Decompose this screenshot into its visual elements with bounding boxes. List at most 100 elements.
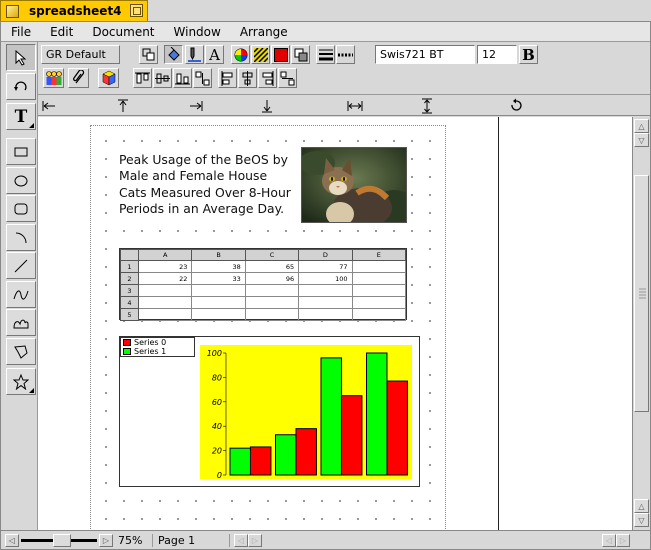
- cell[interactable]: [137, 308, 193, 321]
- line-tool[interactable]: [6, 252, 36, 279]
- cell[interactable]: 77: [298, 260, 353, 273]
- scroll-left-button[interactable]: ◁: [234, 533, 248, 547]
- menu-edit[interactable]: Edit: [40, 25, 82, 39]
- align-horizontal-centers-button[interactable]: [238, 68, 257, 88]
- group-tool-button[interactable]: [139, 45, 158, 64]
- rotate-icon[interactable]: [508, 98, 524, 114]
- scroll-right-button-2[interactable]: ▷: [616, 533, 630, 547]
- cell[interactable]: 65: [244, 260, 300, 273]
- cell[interactable]: [351, 296, 407, 309]
- cell[interactable]: [244, 296, 300, 309]
- cell[interactable]: 22: [137, 272, 193, 285]
- headline-text-frame[interactable]: Peak Usage of the BeOS by Male and Femal…: [119, 152, 294, 218]
- zoom-out-button[interactable]: ◁: [5, 533, 19, 547]
- row-header[interactable]: 5: [120, 308, 139, 321]
- column-header[interactable]: A: [137, 249, 193, 261]
- scroll-thumb[interactable]: [634, 175, 649, 412]
- cell[interactable]: 100: [298, 272, 353, 285]
- cell[interactable]: 33: [191, 272, 246, 285]
- row-header[interactable]: 4: [120, 296, 139, 309]
- rounded-rectangle-tool[interactable]: [6, 195, 36, 222]
- cell[interactable]: [191, 284, 246, 297]
- align-bottom-edges-button[interactable]: [173, 68, 192, 88]
- menu-window[interactable]: Window: [164, 25, 230, 39]
- cell[interactable]: [137, 296, 193, 309]
- ellipse-tool[interactable]: [6, 167, 36, 194]
- menu-document[interactable]: Document: [82, 25, 163, 39]
- pen-style-button[interactable]: [185, 45, 204, 64]
- cell[interactable]: [191, 296, 246, 309]
- text-tool[interactable]: T: [6, 103, 36, 130]
- add-part-button[interactable]: [98, 68, 119, 88]
- pattern-button[interactable]: [251, 45, 270, 64]
- vertical-scrollbar[interactable]: △ ▽ △ ▽: [632, 117, 650, 530]
- attach-button[interactable]: [68, 68, 89, 88]
- align-right-arrow-icon[interactable]: [188, 98, 204, 114]
- freehand-tool[interactable]: [6, 309, 36, 336]
- cell[interactable]: [351, 284, 407, 297]
- cell[interactable]: [351, 272, 407, 285]
- selection-tool[interactable]: [6, 44, 36, 71]
- cell[interactable]: 23: [137, 260, 193, 273]
- polygon-tool[interactable]: [6, 338, 36, 365]
- cell[interactable]: [351, 308, 407, 321]
- cell[interactable]: [298, 284, 353, 297]
- scroll-right-button[interactable]: ▷: [248, 533, 262, 547]
- column-header[interactable]: B: [191, 249, 246, 261]
- fill-tool-button[interactable]: [164, 45, 183, 64]
- cell[interactable]: [244, 284, 300, 297]
- zoom-slider-thumb[interactable]: [53, 533, 71, 547]
- text-style-button[interactable]: A: [205, 45, 224, 64]
- cell[interactable]: [351, 260, 407, 273]
- align-right-edges-button[interactable]: [258, 68, 277, 88]
- style-dropdown[interactable]: GR Default: [41, 45, 120, 64]
- scroll-up-button[interactable]: △: [634, 119, 649, 133]
- close-window-button[interactable]: [6, 4, 19, 18]
- rotate-tool[interactable]: [6, 73, 36, 100]
- cell[interactable]: [191, 308, 246, 321]
- line-width-button[interactable]: [316, 45, 335, 64]
- bezier-tool[interactable]: [6, 281, 36, 308]
- arrange-layer-button[interactable]: [291, 45, 310, 64]
- zoom-slider[interactable]: [19, 533, 99, 547]
- distribute-vertical-button[interactable]: [193, 68, 212, 88]
- cell[interactable]: [298, 296, 353, 309]
- space-horizontal-icon[interactable]: [347, 98, 363, 114]
- align-bottom-arrow-icon[interactable]: [259, 98, 275, 114]
- bold-button[interactable]: B: [519, 45, 538, 64]
- row-header[interactable]: 2: [120, 272, 139, 285]
- space-vertical-icon[interactable]: [419, 98, 435, 114]
- align-top-arrow-icon[interactable]: [115, 98, 131, 114]
- align-top-edges-button[interactable]: [133, 68, 152, 88]
- bar-chart[interactable]: 0 20 40 60 80 100: [200, 345, 412, 479]
- scroll-left-button-2[interactable]: ◁: [602, 533, 616, 547]
- rectangle-tool[interactable]: [6, 138, 36, 165]
- align-vertical-centers-button[interactable]: [153, 68, 172, 88]
- distribute-horizontal-button[interactable]: [278, 68, 297, 88]
- people-button[interactable]: [43, 68, 64, 88]
- zoom-in-button[interactable]: ▷: [99, 533, 113, 547]
- spreadsheet-table[interactable]: A B C D E 1 23 38 65 77 2 22 33 96 100 3…: [119, 248, 407, 321]
- align-left-edges-button[interactable]: [218, 68, 237, 88]
- column-header[interactable]: C: [244, 249, 300, 261]
- cell[interactable]: [137, 284, 193, 297]
- menu-arrange[interactable]: Arrange: [230, 25, 297, 39]
- column-header[interactable]: E: [351, 249, 407, 261]
- menu-file[interactable]: File: [1, 25, 40, 39]
- fill-color-button[interactable]: [271, 45, 290, 64]
- color-wheel-button[interactable]: [231, 45, 250, 64]
- star-tool[interactable]: [6, 368, 36, 395]
- row-header[interactable]: 3: [120, 284, 139, 297]
- scroll-up-button-2[interactable]: ▽: [634, 133, 649, 147]
- dash-style-button[interactable]: [336, 45, 355, 64]
- row-header[interactable]: 1: [120, 260, 139, 273]
- cat-photo[interactable]: [301, 147, 407, 223]
- align-left-arrow-icon[interactable]: [41, 98, 57, 114]
- font-family-field[interactable]: Swis721 BT: [375, 45, 475, 64]
- zoom-window-button[interactable]: [130, 4, 143, 17]
- cell[interactable]: [244, 308, 300, 321]
- window-title-tab[interactable]: spreadsheet4: [0, 0, 148, 21]
- cell[interactable]: 96: [244, 272, 300, 285]
- arc-tool[interactable]: [6, 224, 36, 251]
- cell[interactable]: 38: [191, 260, 246, 273]
